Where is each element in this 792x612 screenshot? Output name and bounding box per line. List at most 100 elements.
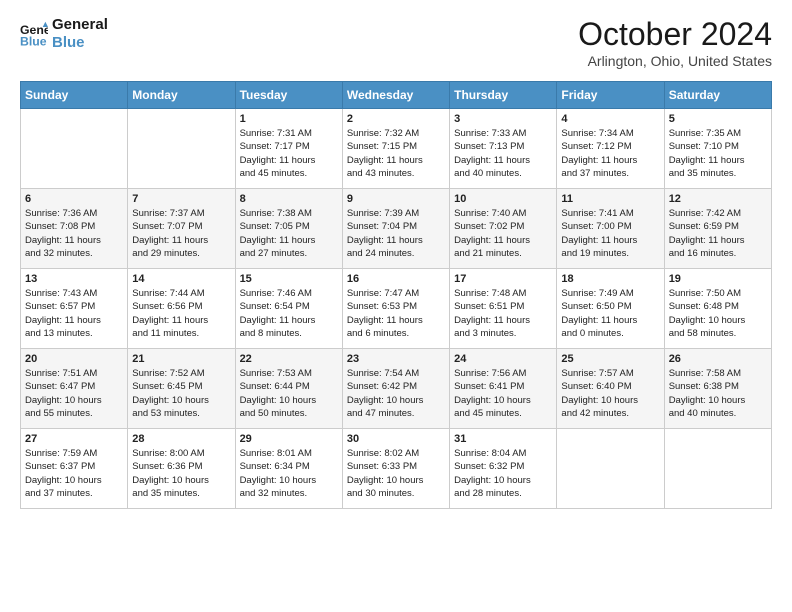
col-header-sunday: Sunday [21, 82, 128, 109]
cell-content: Sunrise: 8:04 AM Sunset: 6:32 PM Dayligh… [454, 447, 552, 500]
day-cell-7: 7Sunrise: 7:37 AM Sunset: 7:07 PM Daylig… [128, 189, 235, 269]
day-number: 27 [25, 433, 123, 445]
day-number: 4 [561, 113, 659, 125]
cell-content: Sunrise: 7:32 AM Sunset: 7:15 PM Dayligh… [347, 127, 445, 180]
day-number: 10 [454, 193, 552, 205]
day-cell-23: 23Sunrise: 7:54 AM Sunset: 6:42 PM Dayli… [342, 349, 449, 429]
day-cell-4: 4 Sunrise: 7:34 AM Sunset: 7:12 PM Daylig… [557, 109, 664, 189]
day-cell-3: 3 Sunrise: 7:33 AM Sunset: 7:13 PM Daylig… [450, 109, 557, 189]
month-title: October 2024 [578, 16, 772, 53]
empty-cell [664, 429, 771, 509]
cell-content: Sunrise: 7:50 AM Sunset: 6:48 PM Dayligh… [669, 287, 767, 340]
day-number: 24 [454, 353, 552, 365]
day-cell-20: 20 Sunrise: 7:51 AM Sunset: 6:47 PM Dayli… [21, 349, 128, 429]
day-cell-9: 9 Sunrise: 7:39 AM Sunset: 7:04 PM Daylig… [342, 189, 449, 269]
col-header-wednesday: Wednesday [342, 82, 449, 109]
day-number: 17 [454, 273, 552, 285]
svg-text:Blue: Blue [20, 34, 47, 48]
cell-content: Sunrise: 7:52 AM Sunset: 6:45 PM Dayligh… [132, 367, 230, 420]
logo-general: General [52, 16, 108, 34]
cell-content: Sunrise: 7:38 AM Sunset: 7:05 PM Dayligh… [240, 207, 338, 260]
day-cell-6: 6 Sunrise: 7:36 AM Sunset: 7:08 PM Daylig… [21, 189, 128, 269]
day-cell-10: 10 Sunrise: 7:40 AM Sunset: 7:02 PM Dayli… [450, 189, 557, 269]
title-block: October 2024 Arlington, Ohio, United Sta… [578, 16, 772, 69]
header: General Blue General Blue October 2024 A… [20, 16, 772, 69]
cell-content: Sunrise: 7:54 AM Sunset: 6:42 PM Dayligh… [347, 367, 445, 420]
logo-blue: Blue [52, 34, 108, 52]
day-cell-28: 28Sunrise: 8:00 AM Sunset: 6:36 PM Dayli… [128, 429, 235, 509]
cell-content: Sunrise: 7:33 AM Sunset: 7:13 PM Dayligh… [454, 127, 552, 180]
col-header-friday: Friday [557, 82, 664, 109]
day-number: 25 [561, 353, 659, 365]
logo-icon: General Blue [20, 20, 48, 48]
header-row: SundayMondayTuesdayWednesdayThursdayFrid… [21, 82, 772, 109]
day-cell-1: 1Sunrise: 7:31 AM Sunset: 7:17 PM Daylig… [235, 109, 342, 189]
day-cell-27: 27 Sunrise: 7:59 AM Sunset: 6:37 PM Dayli… [21, 429, 128, 509]
day-cell-12: 12 Sunrise: 7:42 AM Sunset: 6:59 PM Dayli… [664, 189, 771, 269]
day-number: 1 [240, 113, 338, 125]
day-number: 21 [132, 353, 230, 365]
col-header-tuesday: Tuesday [235, 82, 342, 109]
cell-content: Sunrise: 7:51 AM Sunset: 6:47 PM Dayligh… [25, 367, 123, 420]
location: Arlington, Ohio, United States [578, 53, 772, 69]
cell-content: Sunrise: 7:47 AM Sunset: 6:53 PM Dayligh… [347, 287, 445, 340]
week-row-4: 20 Sunrise: 7:51 AM Sunset: 6:47 PM Dayli… [21, 349, 772, 429]
empty-cell [557, 429, 664, 509]
col-header-monday: Monday [128, 82, 235, 109]
cell-content: Sunrise: 7:36 AM Sunset: 7:08 PM Dayligh… [25, 207, 123, 260]
day-cell-5: 5Sunrise: 7:35 AM Sunset: 7:10 PM Daylig… [664, 109, 771, 189]
day-number: 28 [132, 433, 230, 445]
day-number: 30 [347, 433, 445, 445]
empty-cell [21, 109, 128, 189]
empty-cell [128, 109, 235, 189]
cell-content: Sunrise: 7:59 AM Sunset: 6:37 PM Dayligh… [25, 447, 123, 500]
day-number: 12 [669, 193, 767, 205]
day-cell-14: 14 Sunrise: 7:44 AM Sunset: 6:56 PM Dayli… [128, 269, 235, 349]
cell-content: Sunrise: 7:44 AM Sunset: 6:56 PM Dayligh… [132, 287, 230, 340]
week-row-3: 13 Sunrise: 7:43 AM Sunset: 6:57 PM Dayli… [21, 269, 772, 349]
cell-content: Sunrise: 7:49 AM Sunset: 6:50 PM Dayligh… [561, 287, 659, 340]
day-number: 14 [132, 273, 230, 285]
day-number: 2 [347, 113, 445, 125]
cell-content: Sunrise: 7:34 AM Sunset: 7:12 PM Dayligh… [561, 127, 659, 180]
day-number: 18 [561, 273, 659, 285]
cell-content: Sunrise: 7:41 AM Sunset: 7:00 PM Dayligh… [561, 207, 659, 260]
cell-content: Sunrise: 7:56 AM Sunset: 6:41 PM Dayligh… [454, 367, 552, 420]
day-number: 19 [669, 273, 767, 285]
day-cell-24: 24 Sunrise: 7:56 AM Sunset: 6:41 PM Dayli… [450, 349, 557, 429]
day-cell-15: 15 Sunrise: 7:46 AM Sunset: 6:54 PM Dayli… [235, 269, 342, 349]
day-cell-19: 19 Sunrise: 7:50 AM Sunset: 6:48 PM Dayli… [664, 269, 771, 349]
calendar-table: SundayMondayTuesdayWednesdayThursdayFrid… [20, 81, 772, 509]
day-cell-30: 30 Sunrise: 8:02 AM Sunset: 6:33 PM Dayli… [342, 429, 449, 509]
day-number: 20 [25, 353, 123, 365]
day-cell-29: 29Sunrise: 8:01 AM Sunset: 6:34 PM Dayli… [235, 429, 342, 509]
day-cell-17: 17Sunrise: 7:48 AM Sunset: 6:51 PM Dayli… [450, 269, 557, 349]
cell-content: Sunrise: 7:46 AM Sunset: 6:54 PM Dayligh… [240, 287, 338, 340]
cell-content: Sunrise: 8:01 AM Sunset: 6:34 PM Dayligh… [240, 447, 338, 500]
day-number: 3 [454, 113, 552, 125]
cell-content: Sunrise: 7:39 AM Sunset: 7:04 PM Dayligh… [347, 207, 445, 260]
day-cell-8: 8 Sunrise: 7:38 AM Sunset: 7:05 PM Daylig… [235, 189, 342, 269]
day-number: 11 [561, 193, 659, 205]
week-row-5: 27 Sunrise: 7:59 AM Sunset: 6:37 PM Dayli… [21, 429, 772, 509]
calendar-page: General Blue General Blue October 2024 A… [0, 0, 792, 525]
cell-content: Sunrise: 7:43 AM Sunset: 6:57 PM Dayligh… [25, 287, 123, 340]
col-header-thursday: Thursday [450, 82, 557, 109]
day-number: 13 [25, 273, 123, 285]
day-number: 6 [25, 193, 123, 205]
day-number: 7 [132, 193, 230, 205]
week-row-2: 6 Sunrise: 7:36 AM Sunset: 7:08 PM Daylig… [21, 189, 772, 269]
day-cell-18: 18 Sunrise: 7:49 AM Sunset: 6:50 PM Dayli… [557, 269, 664, 349]
cell-content: Sunrise: 7:35 AM Sunset: 7:10 PM Dayligh… [669, 127, 767, 180]
cell-content: Sunrise: 8:02 AM Sunset: 6:33 PM Dayligh… [347, 447, 445, 500]
day-number: 15 [240, 273, 338, 285]
cell-content: Sunrise: 7:40 AM Sunset: 7:02 PM Dayligh… [454, 207, 552, 260]
day-number: 9 [347, 193, 445, 205]
day-cell-13: 13 Sunrise: 7:43 AM Sunset: 6:57 PM Dayli… [21, 269, 128, 349]
day-number: 8 [240, 193, 338, 205]
day-cell-2: 2 Sunrise: 7:32 AM Sunset: 7:15 PM Daylig… [342, 109, 449, 189]
cell-content: Sunrise: 7:42 AM Sunset: 6:59 PM Dayligh… [669, 207, 767, 260]
cell-content: Sunrise: 7:53 AM Sunset: 6:44 PM Dayligh… [240, 367, 338, 420]
day-number: 22 [240, 353, 338, 365]
day-cell-16: 16Sunrise: 7:47 AM Sunset: 6:53 PM Dayli… [342, 269, 449, 349]
